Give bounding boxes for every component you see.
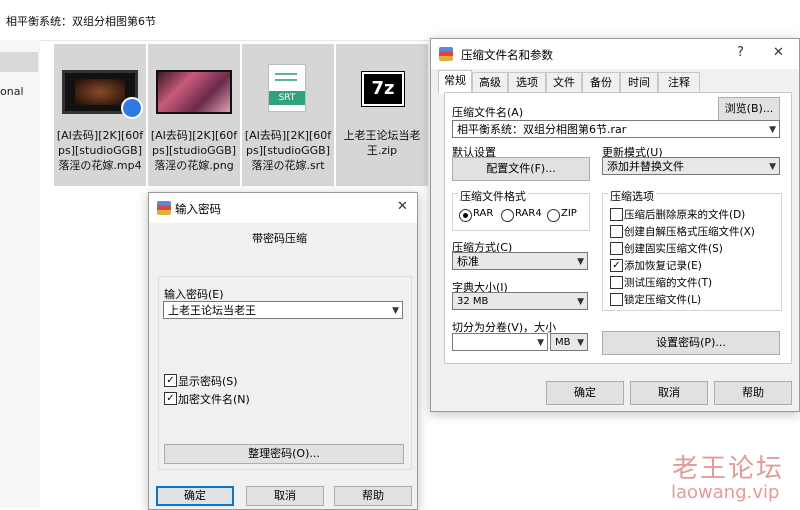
password-subtitle: 带密码压缩 bbox=[252, 232, 307, 245]
option-label: 创建固实压缩文件(S) bbox=[624, 243, 723, 255]
ok-button[interactable]: 确定 bbox=[546, 381, 624, 405]
tab-comment[interactable]: 注释 bbox=[658, 72, 700, 93]
tab-advanced[interactable]: 高级 bbox=[472, 72, 508, 93]
winrar-icon bbox=[157, 201, 171, 215]
dialog-title: 输入密码 bbox=[175, 202, 221, 216]
enter-password-label: 输入密码(E) bbox=[164, 288, 224, 301]
help-button[interactable]: 帮助 bbox=[714, 381, 792, 405]
image-icon bbox=[156, 70, 232, 114]
nav-item-label[interactable]: onal bbox=[0, 85, 24, 98]
tab-backup[interactable]: 备份 bbox=[582, 72, 620, 93]
chevron-down-icon: ▼ bbox=[577, 338, 584, 348]
method-value: 标准 bbox=[457, 255, 479, 268]
set-password-button[interactable]: 设置密码(P)... bbox=[602, 331, 780, 355]
profiles-button[interactable]: 配置文件(F)... bbox=[452, 157, 590, 181]
option-label: 压缩后删除原来的文件(D) bbox=[624, 209, 746, 221]
tab-time[interactable]: 时间 bbox=[620, 72, 658, 93]
archive-name-combobox[interactable]: 相平衡系统：双组分相图第6节.rar ▼ bbox=[452, 120, 780, 138]
close-icon[interactable]: ✕ bbox=[773, 45, 784, 60]
dict-value: 32 MB bbox=[457, 296, 489, 307]
chevron-down-icon: ▼ bbox=[537, 338, 544, 348]
checkbox-show-password[interactable]: ✓ bbox=[164, 374, 177, 387]
video-icon bbox=[62, 70, 143, 119]
radio-rar[interactable] bbox=[459, 209, 472, 222]
checkbox-encrypt-names[interactable]: ✓ bbox=[164, 392, 177, 405]
help-icon[interactable]: ? bbox=[737, 45, 744, 60]
7z-icon: 7z bbox=[361, 71, 405, 107]
chevron-down-icon: ▼ bbox=[392, 306, 399, 316]
chevron-down-icon: ▼ bbox=[577, 297, 584, 307]
split-size-combobox[interactable]: ▼ bbox=[452, 333, 548, 351]
checkbox-lock[interactable] bbox=[610, 293, 623, 306]
options-group-label: 压缩选项 bbox=[608, 188, 656, 204]
archive-name-value: 相平衡系统：双组分相图第6节.rar bbox=[457, 123, 627, 136]
archive-name-label: 压缩文件名(A) bbox=[452, 106, 524, 119]
watermark-title: 老王论坛 bbox=[672, 454, 785, 484]
password-input[interactable]: 上老王论坛当老王 ▼ bbox=[163, 301, 403, 319]
srt-badge: SRT bbox=[269, 91, 305, 105]
checkbox-recovery-record[interactable]: ✓ bbox=[610, 259, 623, 272]
file-tile-srt[interactable]: SRT [AI去码][2K][60fps][studioGGB]落淫の花嫁.sr… bbox=[242, 44, 334, 186]
file-tile-zip[interactable]: 7z 上老王论坛当老王.zip bbox=[336, 44, 428, 186]
file-name: [AI去码][2K][60fps][studioGGB]落淫の花嫁.mp4 bbox=[56, 129, 144, 172]
dict-select[interactable]: 32 MB ▼ bbox=[452, 292, 588, 310]
dialog-titlebar[interactable]: 输入密码 ✕ bbox=[149, 193, 417, 223]
option-label: 锁定压缩文件(L) bbox=[624, 294, 702, 306]
checkbox-sfx[interactable] bbox=[610, 225, 623, 238]
organize-passwords-button[interactable]: 整理密码(O)... bbox=[164, 444, 404, 464]
password-help-button[interactable]: 帮助 bbox=[334, 486, 412, 506]
dialog-titlebar[interactable]: 压缩文件名和参数 ? ✕ bbox=[431, 39, 799, 69]
password-value: 上老王论坛当老王 bbox=[168, 304, 256, 317]
file-name: 上老王论坛当老王.zip bbox=[343, 129, 421, 157]
update-mode-select[interactable]: 添加并替换文件 ▼ bbox=[602, 157, 780, 175]
option-label: 测试压缩的文件(T) bbox=[624, 277, 713, 289]
radio-zip[interactable] bbox=[547, 209, 560, 222]
password-cancel-button[interactable]: 取消 bbox=[246, 486, 324, 506]
checkbox-test[interactable] bbox=[610, 276, 623, 289]
nav-selected-item[interactable] bbox=[0, 52, 38, 72]
checkbox-delete-after[interactable] bbox=[610, 208, 623, 221]
tab-general[interactable]: 常规 bbox=[438, 70, 472, 94]
navigation-pane bbox=[0, 40, 40, 508]
radio-rar4[interactable] bbox=[501, 209, 514, 222]
split-unit-select[interactable]: MB ▼ bbox=[550, 333, 588, 351]
file-tile-png[interactable]: [AI去码][2K][60fps][studioGGB]落淫の花嫁.png bbox=[148, 44, 240, 186]
checkbox-solid[interactable] bbox=[610, 242, 623, 255]
tab-options[interactable]: 选项 bbox=[508, 72, 546, 93]
chevron-down-icon: ▼ bbox=[769, 162, 776, 172]
show-password-label: 显示密码(S) bbox=[178, 375, 238, 388]
split-unit-value: MB bbox=[555, 337, 571, 348]
option-label: 添加恢复记录(E) bbox=[624, 260, 702, 272]
update-mode-value: 添加并替换文件 bbox=[607, 160, 684, 173]
option-label: 创建自解压格式压缩文件(X) bbox=[624, 226, 755, 238]
method-select[interactable]: 标准 ▼ bbox=[452, 252, 588, 270]
tab-files[interactable]: 文件 bbox=[546, 72, 582, 93]
winrar-icon bbox=[439, 47, 453, 61]
cancel-button[interactable]: 取消 bbox=[630, 381, 708, 405]
radio-zip-label: ZIP bbox=[561, 208, 577, 219]
close-icon[interactable]: ✕ bbox=[397, 199, 408, 214]
address-bar[interactable]: 相平衡系统：双组分相图第6节 bbox=[0, 0, 800, 41]
format-group-label: 压缩文件格式 bbox=[458, 188, 528, 204]
radio-rar4-label: RAR4 bbox=[515, 208, 542, 219]
chevron-down-icon: ▼ bbox=[769, 125, 776, 135]
file-tile-mp4[interactable]: [AI去码][2K][60fps][studioGGB]落淫の花嫁.mp4 bbox=[54, 44, 146, 186]
address-text: 相平衡系统：双组分相图第6节 bbox=[6, 15, 156, 28]
radio-rar-label: RAR bbox=[473, 208, 494, 219]
chevron-down-icon: ▼ bbox=[577, 257, 584, 267]
watermark-url: laowang.vip bbox=[671, 482, 780, 503]
srt-icon: SRT bbox=[268, 64, 306, 112]
dialog-title: 压缩文件名和参数 bbox=[461, 48, 553, 62]
file-name: [AI去码][2K][60fps][studioGGB]落淫の花嫁.png bbox=[150, 129, 238, 172]
password-ok-button[interactable]: 确定 bbox=[156, 486, 234, 506]
encrypt-names-label: 加密文件名(N) bbox=[178, 393, 250, 406]
file-name: [AI去码][2K][60fps][studioGGB]落淫の花嫁.srt bbox=[244, 129, 332, 172]
browse-button[interactable]: 浏览(B)... bbox=[718, 97, 780, 121]
